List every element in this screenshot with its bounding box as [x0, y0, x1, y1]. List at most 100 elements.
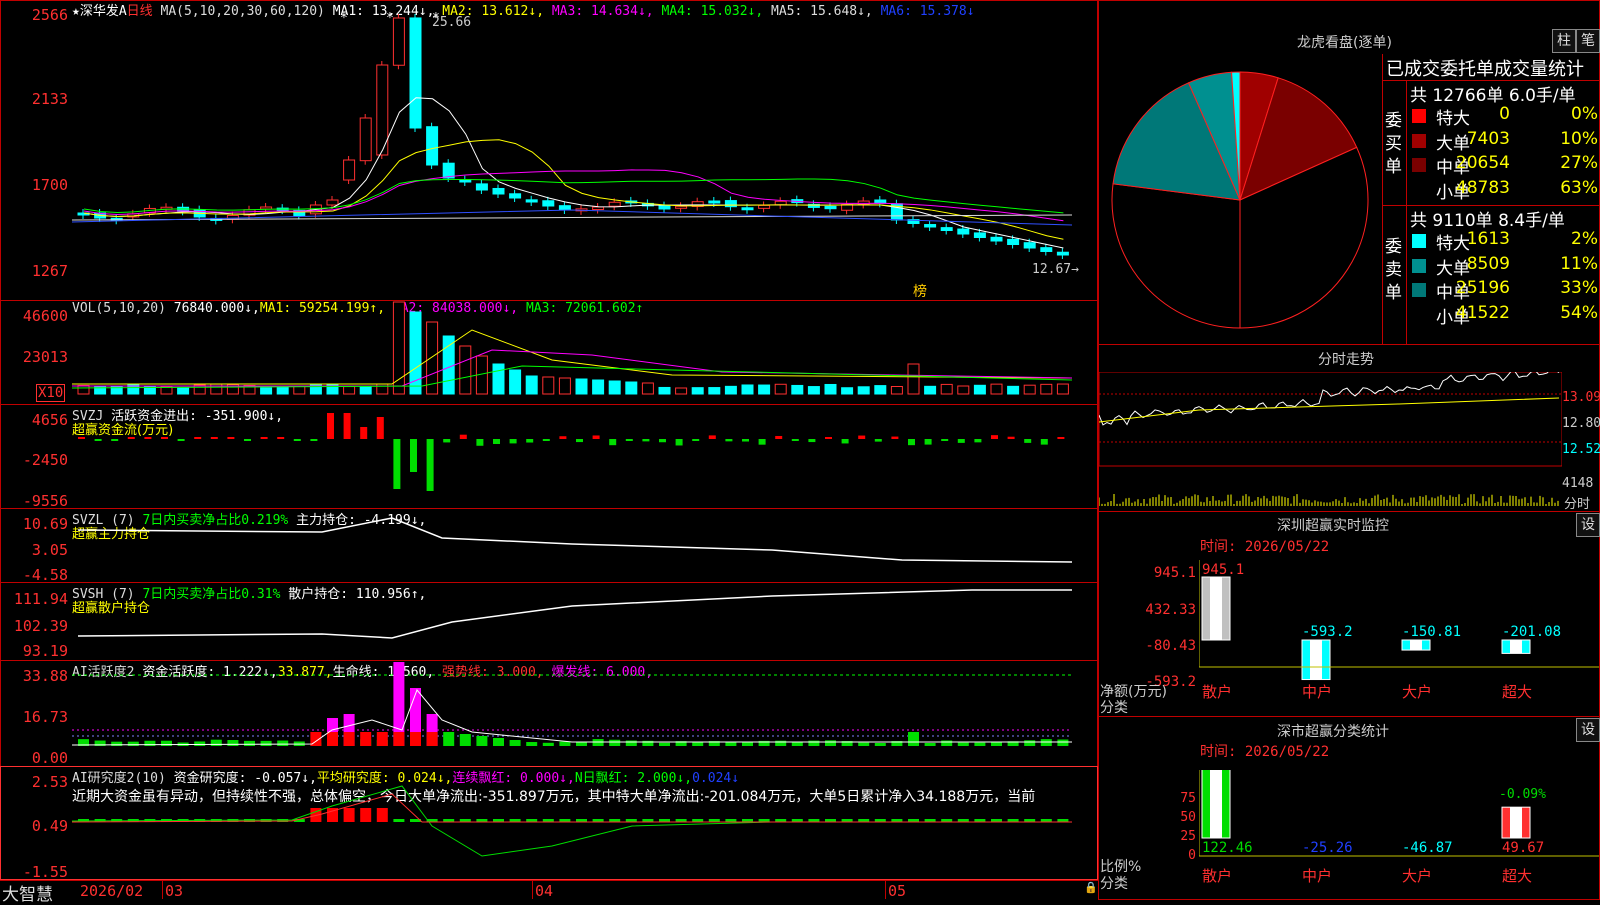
ai1-red-bar: [426, 732, 438, 746]
buy-row-pct: 10%: [1560, 128, 1598, 149]
szmon-unit2: 分类: [1100, 700, 1128, 716]
svzj-chart[interactable]: [72, 404, 1096, 508]
ai1-bar: [244, 740, 255, 746]
svzj-bar: [625, 439, 633, 441]
sell-row-swatch: [1412, 307, 1426, 322]
brand-logo[interactable]: 大智慧: [2, 880, 53, 905]
szcls-value: -46.87: [1402, 840, 1453, 856]
svsh-yaxis-2: 102.39: [13, 617, 68, 635]
vol-chart[interactable]: [72, 300, 1096, 404]
svzj-bar: [194, 437, 202, 439]
vol-bar: [442, 335, 455, 395]
vol-yaxis-1: 46600: [22, 307, 68, 325]
vol-bar: [890, 385, 903, 395]
szcls-cat: 散户: [1202, 867, 1232, 885]
ai1-bar: [742, 742, 753, 746]
fenshi-avg-line: [1099, 397, 1560, 423]
column-view-button[interactable]: 柱: [1552, 29, 1576, 53]
svzj-bar: [393, 439, 401, 489]
svzj-bar: [908, 439, 915, 446]
stroke-view-button[interactable]: 笔: [1576, 29, 1600, 53]
svzl-chart[interactable]: [72, 508, 1096, 582]
svzj-bar: [376, 417, 384, 439]
kline-chart[interactable]: * * *: [72, 0, 1096, 300]
candle-body: [675, 205, 688, 209]
svzj-bar: [891, 436, 899, 439]
candle-body: [608, 201, 621, 207]
vol-bar: [260, 387, 273, 395]
ai1-bar: [111, 741, 123, 746]
svzj-bar: [941, 439, 949, 441]
szmon-title: 深圳超赢实时监控: [1277, 518, 1389, 534]
ai1-yaxis-1: 33.88: [22, 667, 68, 685]
szmon-chart[interactable]: 945.1 散户 -593.2 中户 -150.81 大户 -201.08 超大: [1199, 560, 1599, 716]
buy-row-pct: 0%: [1571, 104, 1598, 124]
vol-bar: [77, 384, 90, 395]
svzj-bar: [1040, 439, 1048, 445]
ma2-line: [83, 139, 1064, 240]
svzj-bar: [1024, 439, 1032, 443]
svzj-bar: [858, 435, 866, 439]
lhb-pie[interactable]: [1100, 55, 1380, 345]
vol-bar: [824, 383, 837, 395]
svzj-bar: [775, 435, 783, 439]
szmon-bar-hl: [1510, 640, 1522, 654]
vol-bar: [841, 387, 854, 395]
vol-bar: [691, 387, 704, 395]
sell-total: 共 9110单 8.4手/单: [1410, 211, 1565, 231]
buy-row-swatch: [1412, 158, 1426, 172]
vol-bar: [525, 375, 538, 395]
fenshi-frame: [1099, 372, 1562, 467]
szcls-settings-button[interactable]: 设: [1576, 718, 1600, 742]
vol-bar: [492, 363, 505, 395]
vol-bar: [1023, 384, 1036, 395]
szmon-cat: 散户: [1202, 683, 1232, 701]
ai1-bar: [874, 742, 886, 746]
svzl-line: [77, 517, 1073, 563]
vol-bar: [641, 382, 654, 395]
buy-row-pct: 27%: [1560, 153, 1598, 173]
szmon-y3: -80.43: [1145, 638, 1196, 654]
ai1-bar: [625, 740, 637, 746]
ai1-red-bar: [410, 732, 421, 746]
ai1-red-bar: [343, 732, 355, 746]
candle-body: [592, 206, 605, 211]
svzj-bar: [144, 437, 152, 439]
ai2-line-red: [72, 793, 1072, 823]
vol-bar: [459, 345, 472, 395]
candle-body: [1023, 242, 1036, 249]
star-mark: *: [340, 11, 348, 26]
lhb-title: 龙虎看盘(逐单): [1297, 35, 1392, 51]
ai1-bar: [974, 742, 986, 746]
vol-bar: [940, 383, 953, 395]
lock-icon[interactable]: 🔒: [1084, 881, 1098, 894]
candle-body: [558, 205, 571, 211]
svzj-bar: [991, 435, 998, 439]
svsh-chart[interactable]: [72, 582, 1096, 660]
ai1-yaxis-2: 16.73: [22, 708, 68, 726]
fenshi-chart[interactable]: [1099, 372, 1562, 510]
svzj-bar: [161, 437, 168, 439]
ai1-bar: [692, 742, 704, 746]
vol-bar: [907, 363, 920, 395]
fenshi-price-line: [1099, 372, 1560, 426]
candle-body: [492, 187, 505, 195]
ai1-bar: [559, 741, 571, 746]
svzj-bar: [327, 413, 334, 439]
star-mark: *: [432, 11, 440, 26]
vol-bar: [658, 386, 671, 395]
ai2-chart[interactable]: [72, 766, 1096, 880]
szmon-cat: 大户: [1402, 683, 1432, 701]
svzj-bar: [426, 439, 434, 491]
svzj-bar: [825, 437, 832, 439]
ai1-bar: [808, 740, 820, 746]
szcls-bar-hl: [1510, 807, 1522, 838]
vol-ma2-line: [72, 349, 1073, 387]
ai1-chart[interactable]: [72, 660, 1096, 766]
vol-bar: [392, 301, 405, 395]
candle-body: [359, 117, 372, 162]
sell-row-pct: 2%: [1571, 229, 1598, 249]
svzj-bar: [692, 439, 700, 441]
szcls-chart[interactable]: 122.46 散户 -25.26 中户 -46.87 大户 49.67 超大 -0.09%: [1199, 770, 1599, 900]
szmon-settings-button[interactable]: 设: [1576, 513, 1600, 537]
